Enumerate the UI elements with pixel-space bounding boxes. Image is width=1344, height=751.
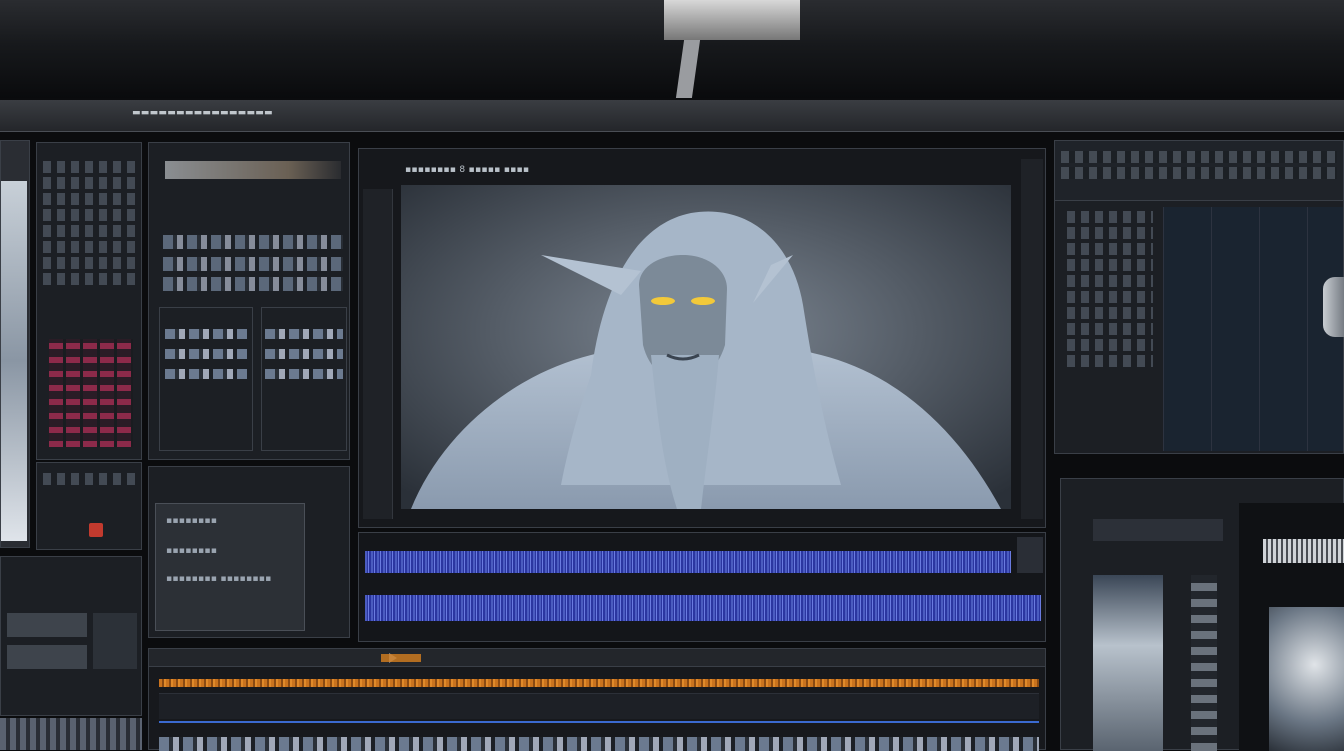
left-preview-image: [1, 181, 27, 541]
left-bottom-strip: [0, 718, 142, 750]
app-titlebar: ▬▬▬▬▬▬▬▬▬▬▬▬▬▬▬▬: [0, 100, 1344, 132]
left-preview-strip: [0, 140, 30, 548]
tool-row[interactable]: [43, 225, 135, 237]
list-row[interactable]: [1067, 275, 1153, 287]
bin-row[interactable]: [265, 349, 343, 359]
tool-row[interactable]: [43, 161, 135, 173]
viewer-panel: ▪▪▪▪▪▪▪▪ 8 ▪▪▪▪▪ ▪▪▪▪: [358, 148, 1046, 528]
audio-track[interactable]: [365, 551, 1011, 573]
right-lower-panel: [1060, 478, 1344, 751]
right-preview-image[interactable]: [1093, 575, 1163, 751]
right-toolbar: [1055, 141, 1343, 201]
main-timeline-panel: [148, 648, 1046, 751]
right-side-header: [1263, 539, 1344, 563]
inspector-panel: ▪▪▪▪▪▪▪▪ ▪▪▪▪▪▪▪▪ ▪▪▪▪▪▪▪▪ ▪▪▪▪▪▪▪▪: [148, 466, 350, 638]
creature-eye-right: [691, 297, 715, 305]
list-row[interactable]: [1067, 355, 1153, 367]
color-swatch-grid[interactable]: [49, 339, 133, 447]
timeline-toolbar: [149, 649, 1045, 667]
viewer-left-rail: [363, 189, 393, 519]
left-bottom-panel: [0, 556, 142, 716]
audio-track[interactable]: [365, 595, 1041, 621]
bin-row[interactable]: [165, 369, 247, 379]
toolbar-row[interactable]: [1061, 167, 1337, 179]
right-grid-panel: [1054, 140, 1344, 454]
track-controls[interactable]: [1017, 537, 1043, 573]
orange-marker[interactable]: [381, 654, 421, 662]
inspector-line: ▪▪▪▪▪▪▪▪: [166, 516, 218, 526]
record-icon[interactable]: [89, 523, 103, 537]
bin-row[interactable]: [165, 329, 247, 339]
right-side-preview[interactable]: [1269, 607, 1344, 751]
list-row[interactable]: [1067, 307, 1153, 319]
bin-row[interactable]: [163, 277, 343, 291]
right-side-panel: [1239, 503, 1344, 751]
viewer-canvas[interactable]: [401, 185, 1011, 509]
bin-row[interactable]: [165, 349, 247, 359]
bin-header: [165, 161, 341, 179]
tool-row[interactable]: [43, 257, 135, 269]
thumbnail-strip[interactable]: [159, 737, 1039, 751]
list-row[interactable]: [1067, 339, 1153, 351]
inspector-line: ▪▪▪▪▪▪▪▪ ▪▪▪▪▪▪▪▪: [166, 574, 272, 584]
left-mini-panel: [36, 462, 142, 550]
tool-row[interactable]: [43, 193, 135, 205]
viewer-header: ▪▪▪▪▪▪▪▪ 8 ▪▪▪▪▪ ▪▪▪▪: [405, 165, 530, 175]
right-lower-toolbar: [1093, 519, 1223, 541]
bin-row[interactable]: [265, 329, 343, 339]
left-tool-panel: [36, 142, 142, 460]
list-row[interactable]: [1067, 259, 1153, 271]
video-track[interactable]: [159, 679, 1039, 687]
inspector-box: ▪▪▪▪▪▪▪▪ ▪▪▪▪▪▪▪▪ ▪▪▪▪▪▪▪▪ ▪▪▪▪▪▪▪▪: [155, 503, 305, 631]
window-title: ▬▬▬▬▬▬▬▬▬▬▬▬▬▬▬▬: [132, 108, 273, 118]
creature-eye-left: [651, 297, 675, 305]
bin-row[interactable]: [163, 257, 343, 271]
viewer-right-rail: [1021, 159, 1043, 519]
clip-block[interactable]: [93, 613, 137, 669]
right-list: [1061, 207, 1159, 447]
inspector-line: ▪▪▪▪▪▪▪▪: [166, 546, 218, 556]
playhead-line[interactable]: [159, 721, 1039, 723]
bin-row[interactable]: [265, 369, 343, 379]
right-graph-area[interactable]: [1163, 207, 1343, 451]
tool-row[interactable]: [43, 209, 135, 221]
list-row[interactable]: [1067, 227, 1153, 239]
list-row[interactable]: [1067, 291, 1153, 303]
list-row[interactable]: [1067, 211, 1153, 223]
media-bin-panel: [148, 142, 350, 460]
tool-row[interactable]: [43, 177, 135, 189]
tool-row[interactable]: [43, 273, 135, 285]
right-slider-column[interactable]: [1191, 575, 1217, 751]
track-gap: [159, 693, 1039, 719]
bin-row[interactable]: [163, 235, 343, 249]
toolbar-row[interactable]: [1061, 151, 1337, 163]
list-row[interactable]: [1067, 243, 1153, 255]
tool-row[interactable]: [43, 473, 135, 485]
clip-block[interactable]: [7, 645, 87, 669]
timeline-track-panel: [358, 532, 1046, 642]
ceiling-light: [664, 0, 800, 40]
list-row[interactable]: [1067, 323, 1153, 335]
tool-row[interactable]: [43, 241, 135, 253]
right-edge-object: [1323, 277, 1344, 337]
clip-block[interactable]: [7, 613, 87, 637]
